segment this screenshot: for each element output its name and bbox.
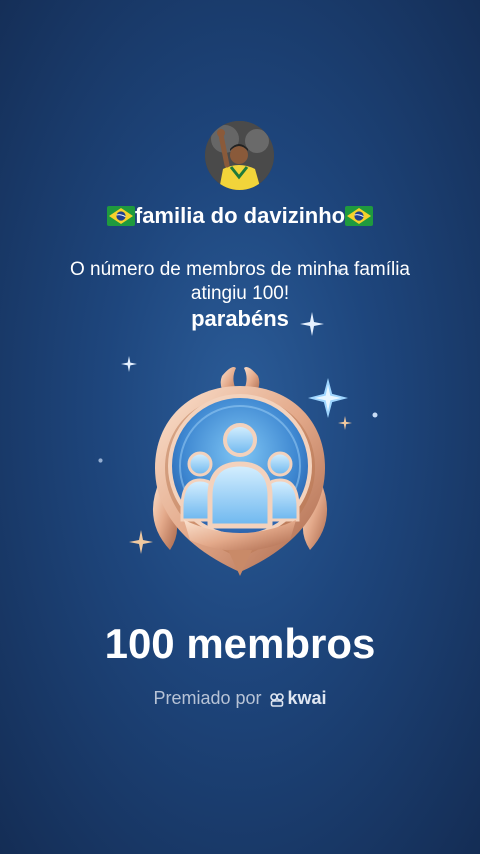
family-members-badge-icon [152,367,328,576]
awarded-by: Premiado por kwai [0,688,480,709]
brazil-flag-icon [345,206,374,226]
kwai-brand: kwai [287,688,327,708]
sparkle-icon [98,458,103,463]
milestone-count: 100 membros [104,620,376,667]
kwai-logo-icon [269,693,284,707]
awarded-by-label: Premiado por [153,688,262,708]
congrats-text: parabéns [0,306,480,332]
sparkle-icon [334,266,344,276]
avatar[interactable] [205,121,274,190]
brazil-flag-icon [106,206,135,226]
milestone-message: O número de membros de minha família ati… [69,259,411,304]
family-name: familia do davizinho [0,203,480,229]
sparkle-icon [300,312,324,336]
sparkle-icon [372,412,378,418]
congrats-label: parabéns [191,306,289,331]
family-name-text: familia do davizinho [134,203,346,228]
